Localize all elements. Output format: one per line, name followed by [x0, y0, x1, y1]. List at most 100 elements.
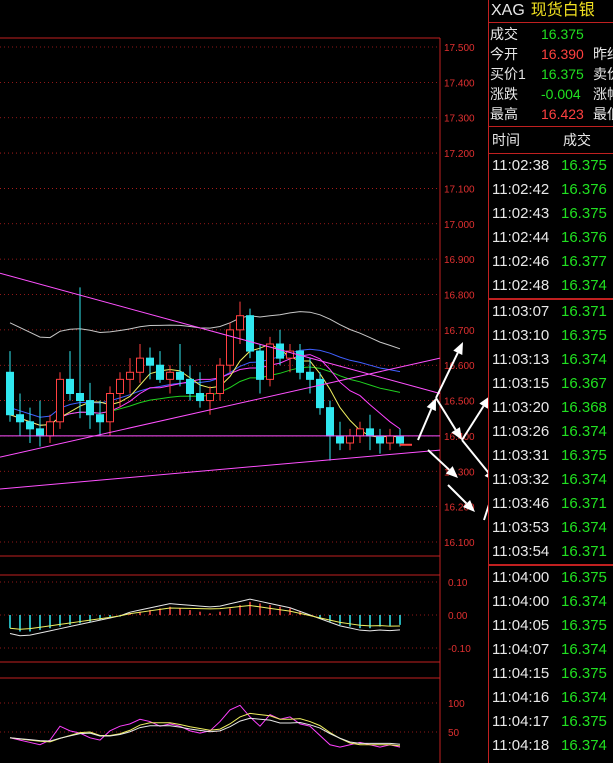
- trade-row[interactable]: 11:03:54 16.371: [489, 540, 613, 564]
- candle-body: [306, 371, 314, 380]
- trade-row[interactable]: 11:02:46 16.377: [489, 250, 613, 274]
- trendline-lower: [0, 449, 441, 490]
- candle-body: [16, 414, 24, 423]
- trade-time: 11:04:07: [492, 641, 550, 658]
- trade-row[interactable]: 11:04:16 16.374: [489, 686, 613, 710]
- trade-time: 11:02:38: [492, 157, 550, 174]
- candle-body: [36, 428, 44, 437]
- trade-row[interactable]: 11:04:07 16.374: [489, 638, 613, 662]
- trade-price: 16.374: [561, 593, 607, 610]
- candle-body: [196, 393, 204, 402]
- trade-time: 11:04:00: [492, 593, 550, 610]
- quote-value: 16.375: [541, 26, 584, 42]
- quote-row: 买价1 16.375 卖价: [489, 64, 613, 84]
- trade-time: 11:02:44: [492, 229, 550, 246]
- macd-dea-line: [9, 604, 401, 630]
- trade-row[interactable]: 11:04:18 16.374: [489, 734, 613, 758]
- trade-row[interactable]: 11:03:07 16.371: [489, 300, 613, 324]
- trade-row[interactable]: 11:03:53 16.374: [489, 516, 613, 540]
- trade-time: 11:03:32: [492, 471, 550, 488]
- candle-body: [136, 357, 144, 373]
- candle-body: [236, 315, 244, 331]
- trade-row[interactable]: 11:04:17 16.375: [489, 710, 613, 734]
- candle-body: [276, 343, 284, 359]
- kdj-axis-label: 50: [448, 728, 460, 739]
- trade-list[interactable]: 11:02:38 16.375 11:02:42 16.376 11:02:43 16.3…: [489, 154, 613, 763]
- trade-row[interactable]: 11:03:10 16.375: [489, 324, 613, 348]
- trade-row[interactable]: 11:02:38 16.375: [489, 154, 613, 178]
- quote-row: 成交 16.375: [489, 24, 613, 44]
- candle-body: [106, 393, 114, 423]
- price-axis-label: 17.200: [444, 149, 475, 160]
- quote-right-label: 卖价: [593, 66, 613, 82]
- trade-row[interactable]: 11:03:32 16.374: [489, 468, 613, 492]
- trade-row[interactable]: 11:04:05 16.375: [489, 614, 613, 638]
- trade-row[interactable]: 11:04:00 16.374: [489, 590, 613, 614]
- trade-price: 16.368: [561, 399, 607, 416]
- trade-row[interactable]: 11:03:26 16.374: [489, 420, 613, 444]
- candle-body: [76, 393, 84, 402]
- quote-value: 16.390: [541, 46, 584, 62]
- trade-time: 11:04:05: [492, 617, 550, 634]
- trade-price: 16.375: [561, 569, 607, 586]
- trade-time: 11:03:31: [492, 447, 550, 464]
- trade-time: 11:03:26: [492, 423, 550, 440]
- trade-price: 16.371: [561, 543, 607, 560]
- trade-price: 16.374: [561, 277, 607, 294]
- trade-row[interactable]: 11:02:43 16.375: [489, 202, 613, 226]
- trade-price: 16.371: [561, 495, 607, 512]
- trade-row[interactable]: 11:04:15 16.375: [489, 662, 613, 686]
- trade-price: 16.376: [561, 229, 607, 246]
- quote-label: 今开: [490, 46, 518, 62]
- candle-body: [266, 343, 274, 380]
- ma-line-green: [9, 366, 401, 426]
- kline-chart-area[interactable]: 17.500 17.400 17.300 17.200 17.100 17.000 16.9…: [0, 0, 488, 763]
- trade-price: 16.374: [561, 689, 607, 706]
- quote-value: -0.004: [541, 86, 581, 102]
- trade-row[interactable]: 11:02:48 16.374: [489, 274, 613, 298]
- trade-row[interactable]: 11:03:13 16.374: [489, 348, 613, 372]
- candle-body: [186, 378, 194, 395]
- trade-price: 16.374: [561, 737, 607, 754]
- trade-row[interactable]: 11:02:42 16.376: [489, 178, 613, 202]
- candle-body: [176, 371, 184, 380]
- price-axis-label: 17.300: [444, 114, 475, 125]
- trade-time: 11:04:15: [492, 665, 550, 682]
- candle-body: [166, 371, 174, 380]
- candle-body: [126, 371, 134, 380]
- trade-time: 11:04:18: [492, 737, 550, 754]
- trade-time: 11:04:20: [492, 758, 549, 763]
- trade-price: 16.375: [561, 157, 607, 174]
- trade-row[interactable]: 11:03:46 16.371: [489, 492, 613, 516]
- trade-time: 11:03:13: [492, 351, 550, 368]
- trade-price: 16.374: [561, 519, 607, 536]
- candle-body: [386, 435, 394, 444]
- trade-price: 16.377: [561, 253, 607, 270]
- price-axis-label: 17.400: [444, 78, 475, 89]
- candle-body: [46, 421, 54, 437]
- trade-price: 16.375: [561, 327, 607, 344]
- candle-body: [116, 378, 124, 395]
- trade-price: 16.374: [561, 423, 607, 440]
- macd-axis-label: 0.00: [448, 611, 468, 622]
- trade-row[interactable]: 11:03:15 16.367: [489, 372, 613, 396]
- symbol-header[interactable]: XAG 现货白银: [489, 0, 613, 23]
- annotation-arrow: [435, 352, 459, 399]
- trade-row[interactable]: 11:04:20 16.375: [489, 758, 613, 763]
- trade-row[interactable]: 11:03:20 16.368: [489, 396, 613, 420]
- candle-body: [376, 435, 384, 444]
- trade-price: 16.375: [561, 665, 607, 682]
- trade-time: 11:03:20: [492, 399, 550, 416]
- trade-price: 16.374: [561, 471, 607, 488]
- trade-price-header: 成交: [563, 132, 591, 148]
- kline-chart-svg[interactable]: 17.500 17.400 17.300 17.200 17.100 17.000 16.9…: [0, 0, 488, 763]
- price-axis-label: 16.500: [444, 397, 475, 408]
- trade-time: 11:03:46: [492, 495, 550, 512]
- symbol-code: XAG: [491, 2, 525, 19]
- trade-row[interactable]: 11:03:31 16.375: [489, 444, 613, 468]
- trade-price: 16.375: [561, 205, 607, 222]
- trade-row[interactable]: 11:04:00 16.375: [489, 566, 613, 590]
- candle-body: [6, 371, 14, 416]
- trade-row[interactable]: 11:02:44 16.376: [489, 226, 613, 250]
- candle-body: [326, 407, 334, 437]
